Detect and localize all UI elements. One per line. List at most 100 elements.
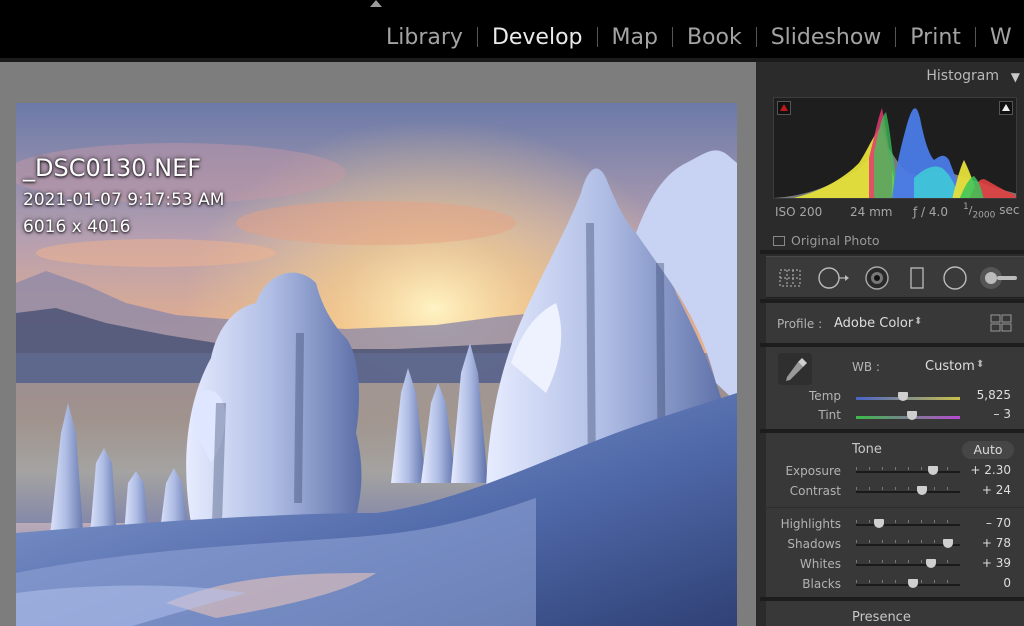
module-web[interactable]: W (990, 25, 1012, 50)
histogram-curves (774, 98, 1016, 198)
histogram-header[interactable]: Histogram ▼ (760, 62, 1024, 88)
slider-ticks (856, 467, 960, 470)
highlights-slider[interactable] (856, 518, 960, 532)
slider-ticks (856, 560, 960, 563)
crop-grid-icon (779, 269, 801, 287)
module-book[interactable]: Book (687, 25, 742, 50)
red-eye-glyph (865, 266, 889, 290)
photo-capture-date: 2021-01-07 9:17:53 AM (23, 190, 225, 210)
temp-slider[interactable] (856, 391, 960, 405)
temp-slider-track (856, 397, 960, 400)
white-balance-selector-eyedropper-icon[interactable] (778, 353, 812, 385)
module-map[interactable]: Map (612, 25, 658, 50)
presence-label: Presence (852, 610, 911, 625)
profile-select[interactable]: Adobe Color (834, 316, 913, 331)
module-separator (671, 27, 673, 47)
section-divider (760, 250, 1024, 254)
whites-slider-track (856, 564, 960, 566)
module-separator (476, 27, 478, 47)
shutter-unit: sec (999, 203, 1020, 217)
radial-filter-glyph (943, 266, 967, 290)
temp-label: Temp (809, 389, 841, 403)
module-separator (755, 27, 757, 47)
module-list: Library Develop Map Book Slideshow Print… (386, 22, 1012, 52)
tint-value[interactable]: – 3 (994, 407, 1011, 421)
histogram-graph[interactable] (773, 97, 1017, 199)
profile-label: Profile : (777, 317, 823, 331)
graduated-filter-icon[interactable] (904, 257, 930, 299)
slider-ticks (856, 520, 960, 523)
tint-label: Tint (818, 408, 841, 422)
contrast-value[interactable]: + 24 (982, 483, 1011, 497)
shutter-denominator: 2000 (972, 210, 996, 221)
profile-row: Profile : Adobe Color ⬍ (766, 303, 1024, 343)
exif-aperture: ƒ / 4.0 (913, 205, 948, 219)
original-photo-label: Original Photo (791, 233, 880, 248)
highlights-label: Highlights (780, 517, 841, 531)
wb-preset-select[interactable]: Custom (925, 359, 975, 374)
exif-iso: ISO 200 (775, 205, 823, 219)
photo-filename: _DSC0130.NEF (23, 154, 202, 182)
red-eye-icon[interactable] (862, 257, 892, 299)
white-balance-section: WB : Custom ⬍ Temp 5,825 Tint – 3 (766, 347, 1024, 429)
presence-section: Presence (766, 601, 1024, 626)
tone-label: Tone (852, 442, 882, 457)
highlight-clipping-toggle[interactable] (999, 101, 1013, 115)
shadow-clipping-toggle[interactable] (777, 101, 791, 115)
original-photo-checkbox[interactable] (773, 235, 785, 246)
image-canvas[interactable]: _DSC0130.NEF 2021-01-07 9:17:53 AM 6016 … (0, 62, 756, 626)
tone-section: Tone Auto Exposure + 2.30 Contrast + 24 … (766, 433, 1024, 597)
radial-filter-icon[interactable] (940, 257, 970, 299)
module-slideshow[interactable]: Slideshow (771, 25, 882, 50)
wb-select-arrows-icon[interactable]: ⬍ (976, 359, 984, 370)
module-library[interactable]: Library (386, 25, 463, 50)
whites-value[interactable]: + 39 (982, 556, 1011, 570)
original-photo-toggle[interactable]: Original Photo (773, 233, 880, 248)
module-develop[interactable]: Develop (492, 25, 583, 50)
crop-overlay-icon[interactable] (776, 257, 804, 299)
highlights-slider-track (856, 524, 960, 526)
module-picker-bar: Library Develop Map Book Slideshow Print… (0, 0, 1024, 62)
highlight-clipping-triangle-icon (1002, 104, 1010, 111)
tint-slider[interactable] (856, 410, 960, 424)
adjustment-brush-icon[interactable] (978, 257, 1022, 299)
contrast-slider-track (856, 491, 960, 493)
auto-tone-button[interactable]: Auto (962, 441, 1014, 459)
highlights-value[interactable]: – 70 (986, 516, 1011, 530)
histogram-title: Histogram (926, 68, 999, 84)
module-separator (596, 27, 598, 47)
exif-shutter-speed: 1/2000 sec (963, 202, 1020, 221)
spot-removal-icon[interactable] (816, 257, 852, 299)
spot-removal-glyph (818, 267, 849, 289)
contrast-slider[interactable] (856, 485, 960, 499)
module-separator (895, 27, 897, 47)
exposure-value[interactable]: + 2.30 (970, 463, 1011, 477)
develop-right-panel: Histogram ▼ ISO 200 24 mm ƒ / 4.0 1/2000… (760, 62, 1024, 626)
profile-grid-glyph (990, 314, 1012, 332)
slider-ticks (856, 487, 960, 490)
blacks-value[interactable]: 0 (1003, 576, 1011, 590)
profile-select-arrows-icon[interactable]: ⬍ (914, 316, 922, 327)
collapse-top-panel-icon[interactable] (370, 0, 382, 7)
tool-strip (766, 256, 1024, 298)
exposure-slider-track (856, 471, 960, 473)
contrast-label: Contrast (789, 484, 841, 498)
temp-value[interactable]: 5,825 (977, 388, 1011, 402)
tone-divider (766, 507, 1024, 508)
wb-label: WB : (852, 360, 880, 374)
exposure-slider[interactable] (856, 465, 960, 479)
shadow-clipping-triangle-icon (780, 104, 788, 111)
whites-label: Whites (799, 557, 841, 571)
shadows-label: Shadows (787, 537, 841, 551)
whites-slider[interactable] (856, 558, 960, 572)
exposure-label: Exposure (785, 464, 841, 478)
eyedropper-glyph (778, 353, 812, 385)
blacks-slider[interactable] (856, 578, 960, 592)
shadows-slider[interactable] (856, 538, 960, 552)
shadows-value[interactable]: + 78 (982, 536, 1011, 550)
profile-browser-grid-icon[interactable] (990, 314, 1012, 332)
exif-focal-length: 24 mm (850, 205, 893, 219)
collapse-triangle-icon[interactable]: ▼ (1011, 70, 1020, 84)
module-print[interactable]: Print (910, 25, 961, 50)
photo-dimensions: 6016 x 4016 (23, 217, 131, 237)
